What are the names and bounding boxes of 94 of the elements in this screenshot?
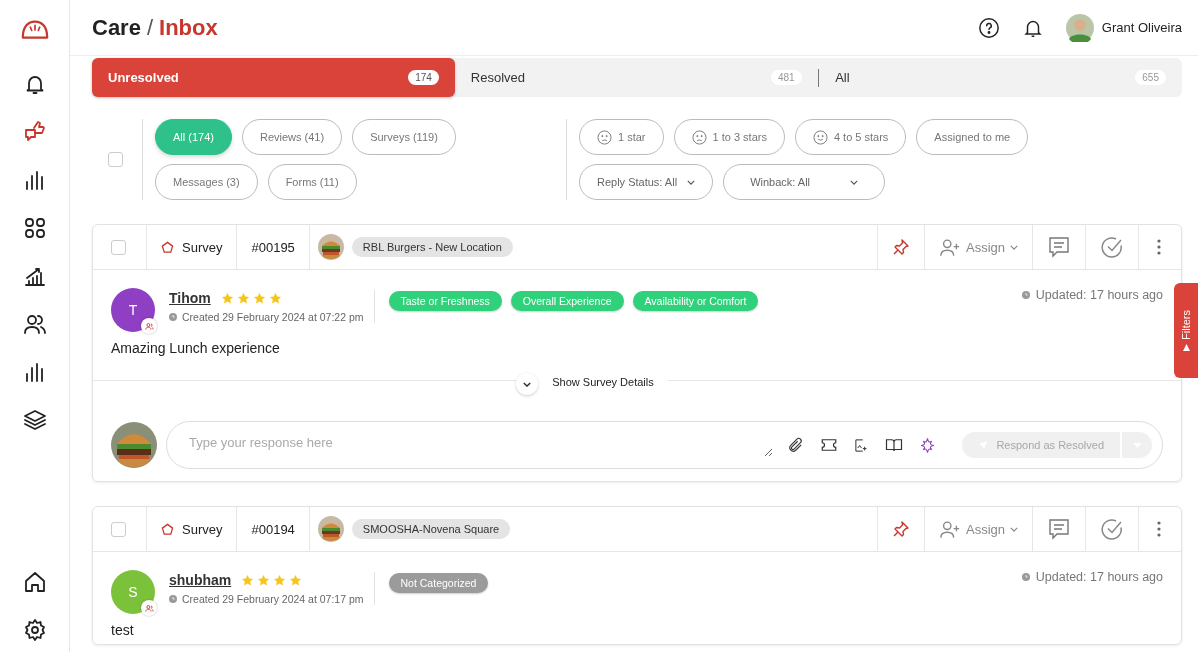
show-details-toggle[interactable]: Show Survey Details bbox=[516, 372, 668, 392]
page-title: Inbox bbox=[159, 14, 218, 41]
check-circle-icon[interactable] bbox=[1100, 235, 1124, 259]
image-icon[interactable] bbox=[854, 437, 870, 453]
user-name[interactable]: Grant Oliveira bbox=[1101, 20, 1182, 35]
ticket-number: #00195 bbox=[251, 239, 295, 255]
chevron-down-icon bbox=[1010, 244, 1018, 250]
author-name[interactable]: Tihom bbox=[169, 290, 211, 306]
star-icon bbox=[236, 291, 250, 305]
filter-dropdown[interactable]: Winback: All bbox=[723, 164, 886, 200]
users-icon[interactable] bbox=[22, 312, 47, 336]
pin-icon[interactable] bbox=[891, 238, 910, 256]
chevron-down-icon bbox=[687, 179, 696, 185]
more-icon[interactable] bbox=[1157, 521, 1161, 537]
location-tag: RBL Burgers - New Location bbox=[351, 237, 513, 257]
sad-face-icon bbox=[597, 129, 612, 145]
star-icon bbox=[257, 573, 271, 587]
category-tag: Taste or Freshness bbox=[388, 291, 502, 311]
feedback-message: Amazing Lunch experience bbox=[111, 340, 281, 358]
group-badge-icon bbox=[141, 318, 157, 334]
home-icon[interactable] bbox=[22, 570, 47, 594]
status-tab[interactable]: Resolved 481 bbox=[454, 58, 818, 97]
clock-icon bbox=[169, 595, 177, 603]
ticket-icon[interactable] bbox=[820, 436, 839, 454]
sparkle-icon[interactable] bbox=[919, 436, 937, 454]
star-icon bbox=[268, 291, 282, 305]
filter-dropdown[interactable]: Reply Status: All bbox=[579, 164, 714, 200]
section-title: Care bbox=[92, 14, 141, 41]
smiley-face-icon bbox=[812, 129, 828, 145]
chevron-down-icon bbox=[1010, 526, 1018, 532]
layers-icon[interactable] bbox=[22, 408, 47, 432]
check-circle-icon[interactable] bbox=[1100, 517, 1124, 541]
card-checkbox[interactable] bbox=[111, 239, 126, 255]
grid-icon[interactable] bbox=[22, 216, 47, 240]
filters-tab[interactable]: Filters bbox=[1174, 283, 1198, 378]
rating-filter-chip[interactable]: 1 star bbox=[579, 119, 664, 155]
logo-icon[interactable] bbox=[19, 18, 50, 42]
more-icon[interactable] bbox=[1157, 239, 1161, 255]
type-filter-chip[interactable]: Reviews (41) bbox=[241, 119, 343, 155]
status-tab[interactable]: Unresolved 174 bbox=[92, 58, 455, 97]
updated-time: Updated: 17 hours ago bbox=[1035, 288, 1163, 302]
author-name[interactable]: shubham bbox=[169, 572, 232, 588]
thumbs-up-icon[interactable] bbox=[22, 120, 47, 144]
clock-icon bbox=[169, 313, 177, 321]
sad-face-icon bbox=[691, 129, 707, 145]
select-all-checkbox[interactable] bbox=[108, 152, 123, 167]
star-icon bbox=[289, 573, 303, 587]
response-input[interactable]: Type your response here bbox=[187, 433, 774, 457]
author-avatar: T bbox=[111, 288, 155, 332]
created-date: Created 29 February 2024 at 07:22 pm bbox=[182, 311, 364, 323]
chevron-down-icon bbox=[516, 373, 539, 395]
clock-icon bbox=[1021, 573, 1030, 581]
comment-icon[interactable] bbox=[1047, 235, 1071, 259]
book-icon[interactable] bbox=[885, 436, 904, 454]
add-user-icon bbox=[938, 237, 961, 257]
status-tab[interactable]: All 655 bbox=[819, 58, 1182, 97]
feedback-type: Survey bbox=[182, 239, 223, 255]
category-tag: Availability or Comfort bbox=[632, 291, 759, 311]
ticket-number: #00194 bbox=[251, 521, 295, 537]
assign-button[interactable]: Assign bbox=[938, 237, 1018, 257]
group-badge-icon bbox=[141, 600, 157, 616]
user-avatar[interactable] bbox=[1065, 13, 1094, 42]
type-filter-chip[interactable]: Messages (3) bbox=[155, 164, 258, 200]
comment-icon[interactable] bbox=[1047, 517, 1071, 541]
paperclip-icon[interactable] bbox=[787, 436, 805, 454]
updated-time: Updated: 17 hours ago bbox=[1035, 570, 1163, 584]
type-filter-chip[interactable]: Forms (11) bbox=[267, 164, 357, 200]
pentagon-icon bbox=[161, 240, 174, 254]
card-checkbox[interactable] bbox=[111, 521, 126, 537]
feedback-message: test bbox=[111, 622, 135, 640]
chevron-down-icon bbox=[850, 179, 859, 185]
clock-icon bbox=[1021, 291, 1030, 299]
location-tag: SMOOSHA-Novena Square bbox=[351, 519, 511, 539]
rating-filter-chip[interactable]: 1 to 3 stars bbox=[673, 119, 785, 155]
star-icon bbox=[252, 291, 266, 305]
pentagon-icon bbox=[161, 522, 174, 536]
add-user-icon bbox=[938, 519, 961, 539]
breadcrumb-separator: / bbox=[146, 14, 154, 41]
author-avatar: S bbox=[111, 570, 155, 614]
help-icon[interactable] bbox=[977, 16, 1000, 39]
star-icon bbox=[241, 573, 255, 587]
category-tag: Not Categorized bbox=[388, 573, 489, 593]
star-icon bbox=[273, 573, 287, 587]
type-filter-chip[interactable]: Surveys (119) bbox=[352, 119, 456, 155]
caret-icon bbox=[1182, 343, 1190, 351]
settings-icon[interactable] bbox=[22, 618, 47, 642]
created-date: Created 29 February 2024 at 07:17 pm bbox=[182, 593, 364, 605]
category-tag: Overall Experience bbox=[510, 291, 624, 311]
rating-filter-chip[interactable]: Assigned to me bbox=[916, 119, 1029, 155]
star-icon bbox=[220, 291, 234, 305]
feedback-type: Survey bbox=[182, 521, 223, 537]
assign-button[interactable]: Assign bbox=[938, 519, 1018, 539]
rating-filter-chip[interactable]: 4 to 5 stars bbox=[794, 119, 907, 155]
pin-icon[interactable] bbox=[891, 520, 910, 538]
